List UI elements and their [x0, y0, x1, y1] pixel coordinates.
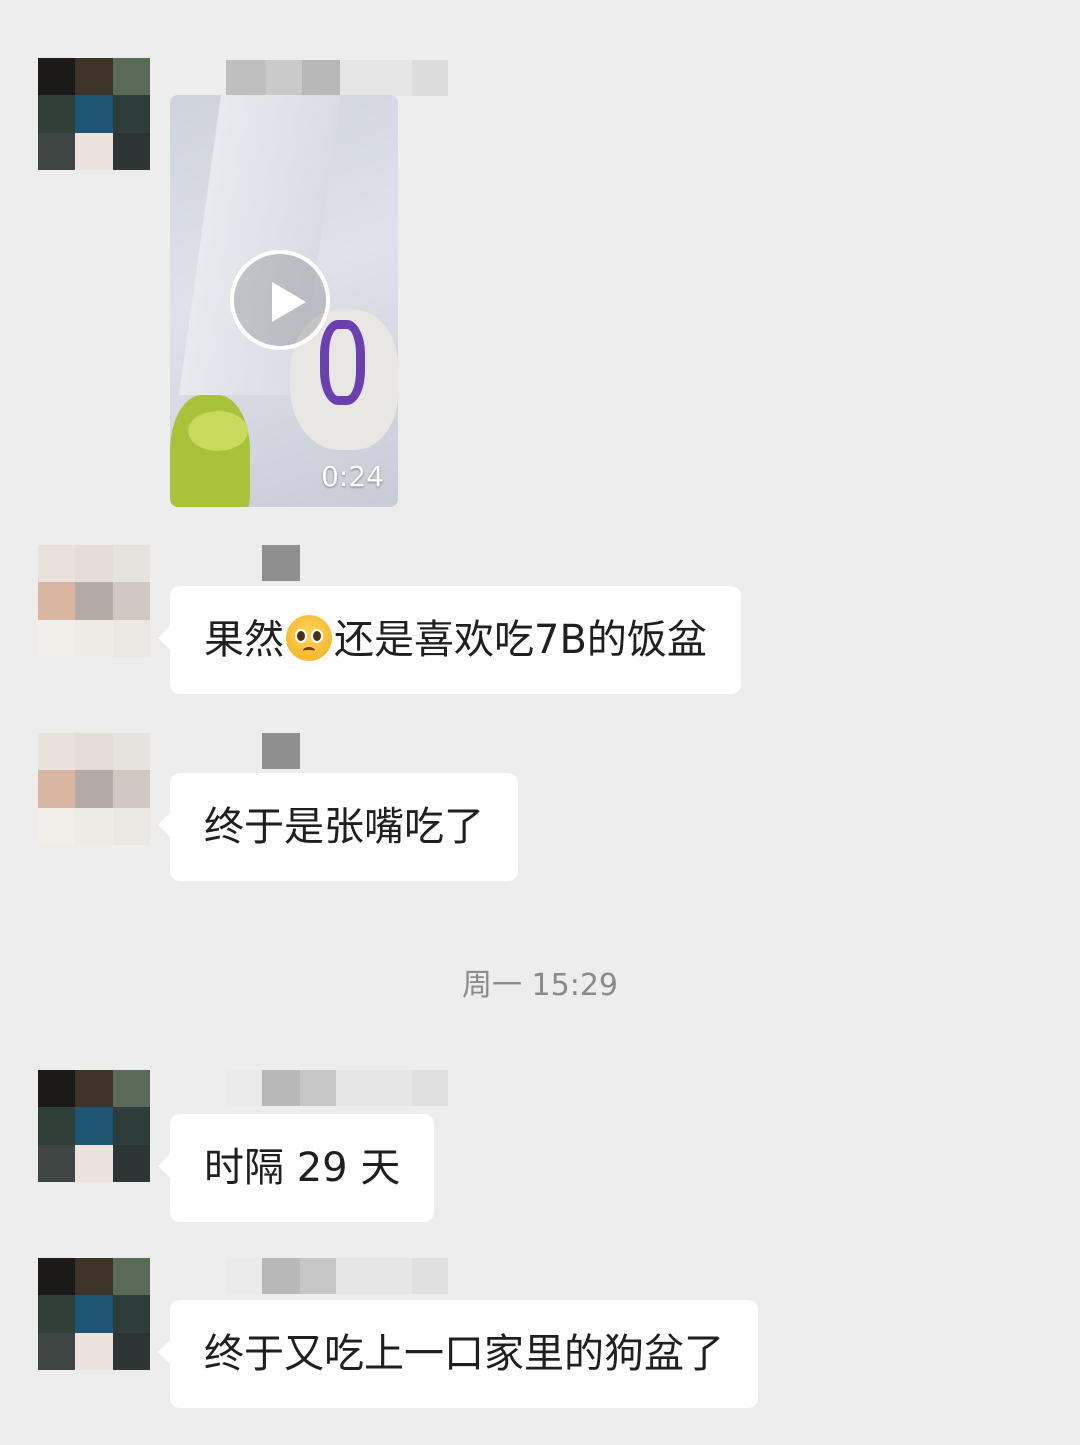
avatar-pixel: [112, 58, 150, 96]
avatar-pixel: [38, 770, 76, 808]
avatar-pixel: [75, 132, 113, 170]
avatar-pixel: [75, 733, 113, 771]
avatar[interactable]: [38, 1070, 150, 1182]
avatar-pixel: [75, 1070, 113, 1108]
avatar-pixel: [38, 1107, 76, 1145]
avatar[interactable]: [38, 733, 150, 845]
avatar-pixel: [38, 545, 76, 583]
avatar-pixel: [112, 1332, 150, 1370]
play-icon[interactable]: [230, 250, 330, 350]
message-text: 还是喜欢吃7B的饭盆: [334, 617, 707, 663]
avatar-pixel: [75, 1332, 113, 1370]
avatar-pixel: [38, 132, 76, 170]
avatar-pixel: [75, 545, 113, 583]
message-text: 果然: [204, 617, 284, 663]
avatar-pixel: [112, 95, 150, 133]
avatar-pixel: [112, 1107, 150, 1145]
avatar-pixel: [112, 545, 150, 583]
avatar[interactable]: [38, 58, 150, 170]
avatar-pixel: [75, 807, 113, 845]
message-text: 终于又吃上一口家里的狗盆了: [204, 1331, 724, 1377]
message-bubble[interactable]: 果然 还是喜欢吃7B的饭盆: [158, 586, 741, 694]
message-text: 时隔 29 天: [204, 1145, 401, 1191]
message-bubble[interactable]: 时隔 29 天: [157, 1114, 435, 1222]
avatar-pixel: [112, 582, 150, 620]
avatar-pixel: [38, 619, 76, 657]
chat-timestamp: 周一 15:29: [462, 968, 618, 1003]
avatar-pixel: [75, 95, 113, 133]
avatar-pixel: [112, 807, 150, 845]
avatar-pixel: [75, 1258, 113, 1296]
avatar-pixel: [112, 1070, 150, 1108]
avatar-pixel: [112, 733, 150, 771]
avatar-pixel: [38, 807, 76, 845]
avatar-pixel: [112, 1295, 150, 1333]
avatar-pixel: [38, 58, 76, 96]
sender-name-blurred: [262, 545, 300, 581]
avatar[interactable]: [38, 545, 150, 657]
avatar-pixel: [112, 619, 150, 657]
sender-name-blurred: [262, 733, 300, 769]
avatar-pixel: [75, 1107, 113, 1145]
avatar-pixel: [38, 1070, 76, 1108]
sender-name-blurred: [226, 1070, 448, 1106]
avatar[interactable]: [38, 1258, 150, 1370]
avatar-pixel: [112, 770, 150, 808]
avatar-pixel: [75, 1295, 113, 1333]
message-text: 终于是张嘴吃了: [204, 804, 484, 850]
avatar-pixel: [75, 1144, 113, 1182]
avatar-pixel: [75, 58, 113, 96]
video-thumbnail-bowl-rim: [188, 411, 248, 451]
avatar-pixel: [38, 95, 76, 133]
avatar-pixel: [38, 1258, 76, 1296]
avatar-pixel: [112, 132, 150, 170]
avatar-pixel: [38, 582, 76, 620]
avatar-pixel: [75, 770, 113, 808]
sender-name-blurred: [226, 1258, 448, 1294]
avatar-pixel: [75, 582, 113, 620]
avatar-pixel: [38, 1295, 76, 1333]
avatar-pixel: [38, 733, 76, 771]
sender-name-blurred: [226, 60, 448, 96]
avatar-pixel: [112, 1258, 150, 1296]
avatar-pixel: [38, 1144, 76, 1182]
message-bubble[interactable]: 终于是张嘴吃了: [158, 773, 518, 881]
pleading-face-emoji-icon: [286, 615, 332, 661]
message-bubble[interactable]: 终于又吃上一口家里的狗盆了: [158, 1300, 758, 1408]
video-message[interactable]: 0:24: [170, 95, 398, 507]
video-duration: 0:24: [321, 460, 384, 493]
avatar-pixel: [38, 1332, 76, 1370]
avatar-pixel: [112, 1144, 150, 1182]
video-thumbnail-harness: [320, 320, 365, 405]
avatar-pixel: [75, 619, 113, 657]
